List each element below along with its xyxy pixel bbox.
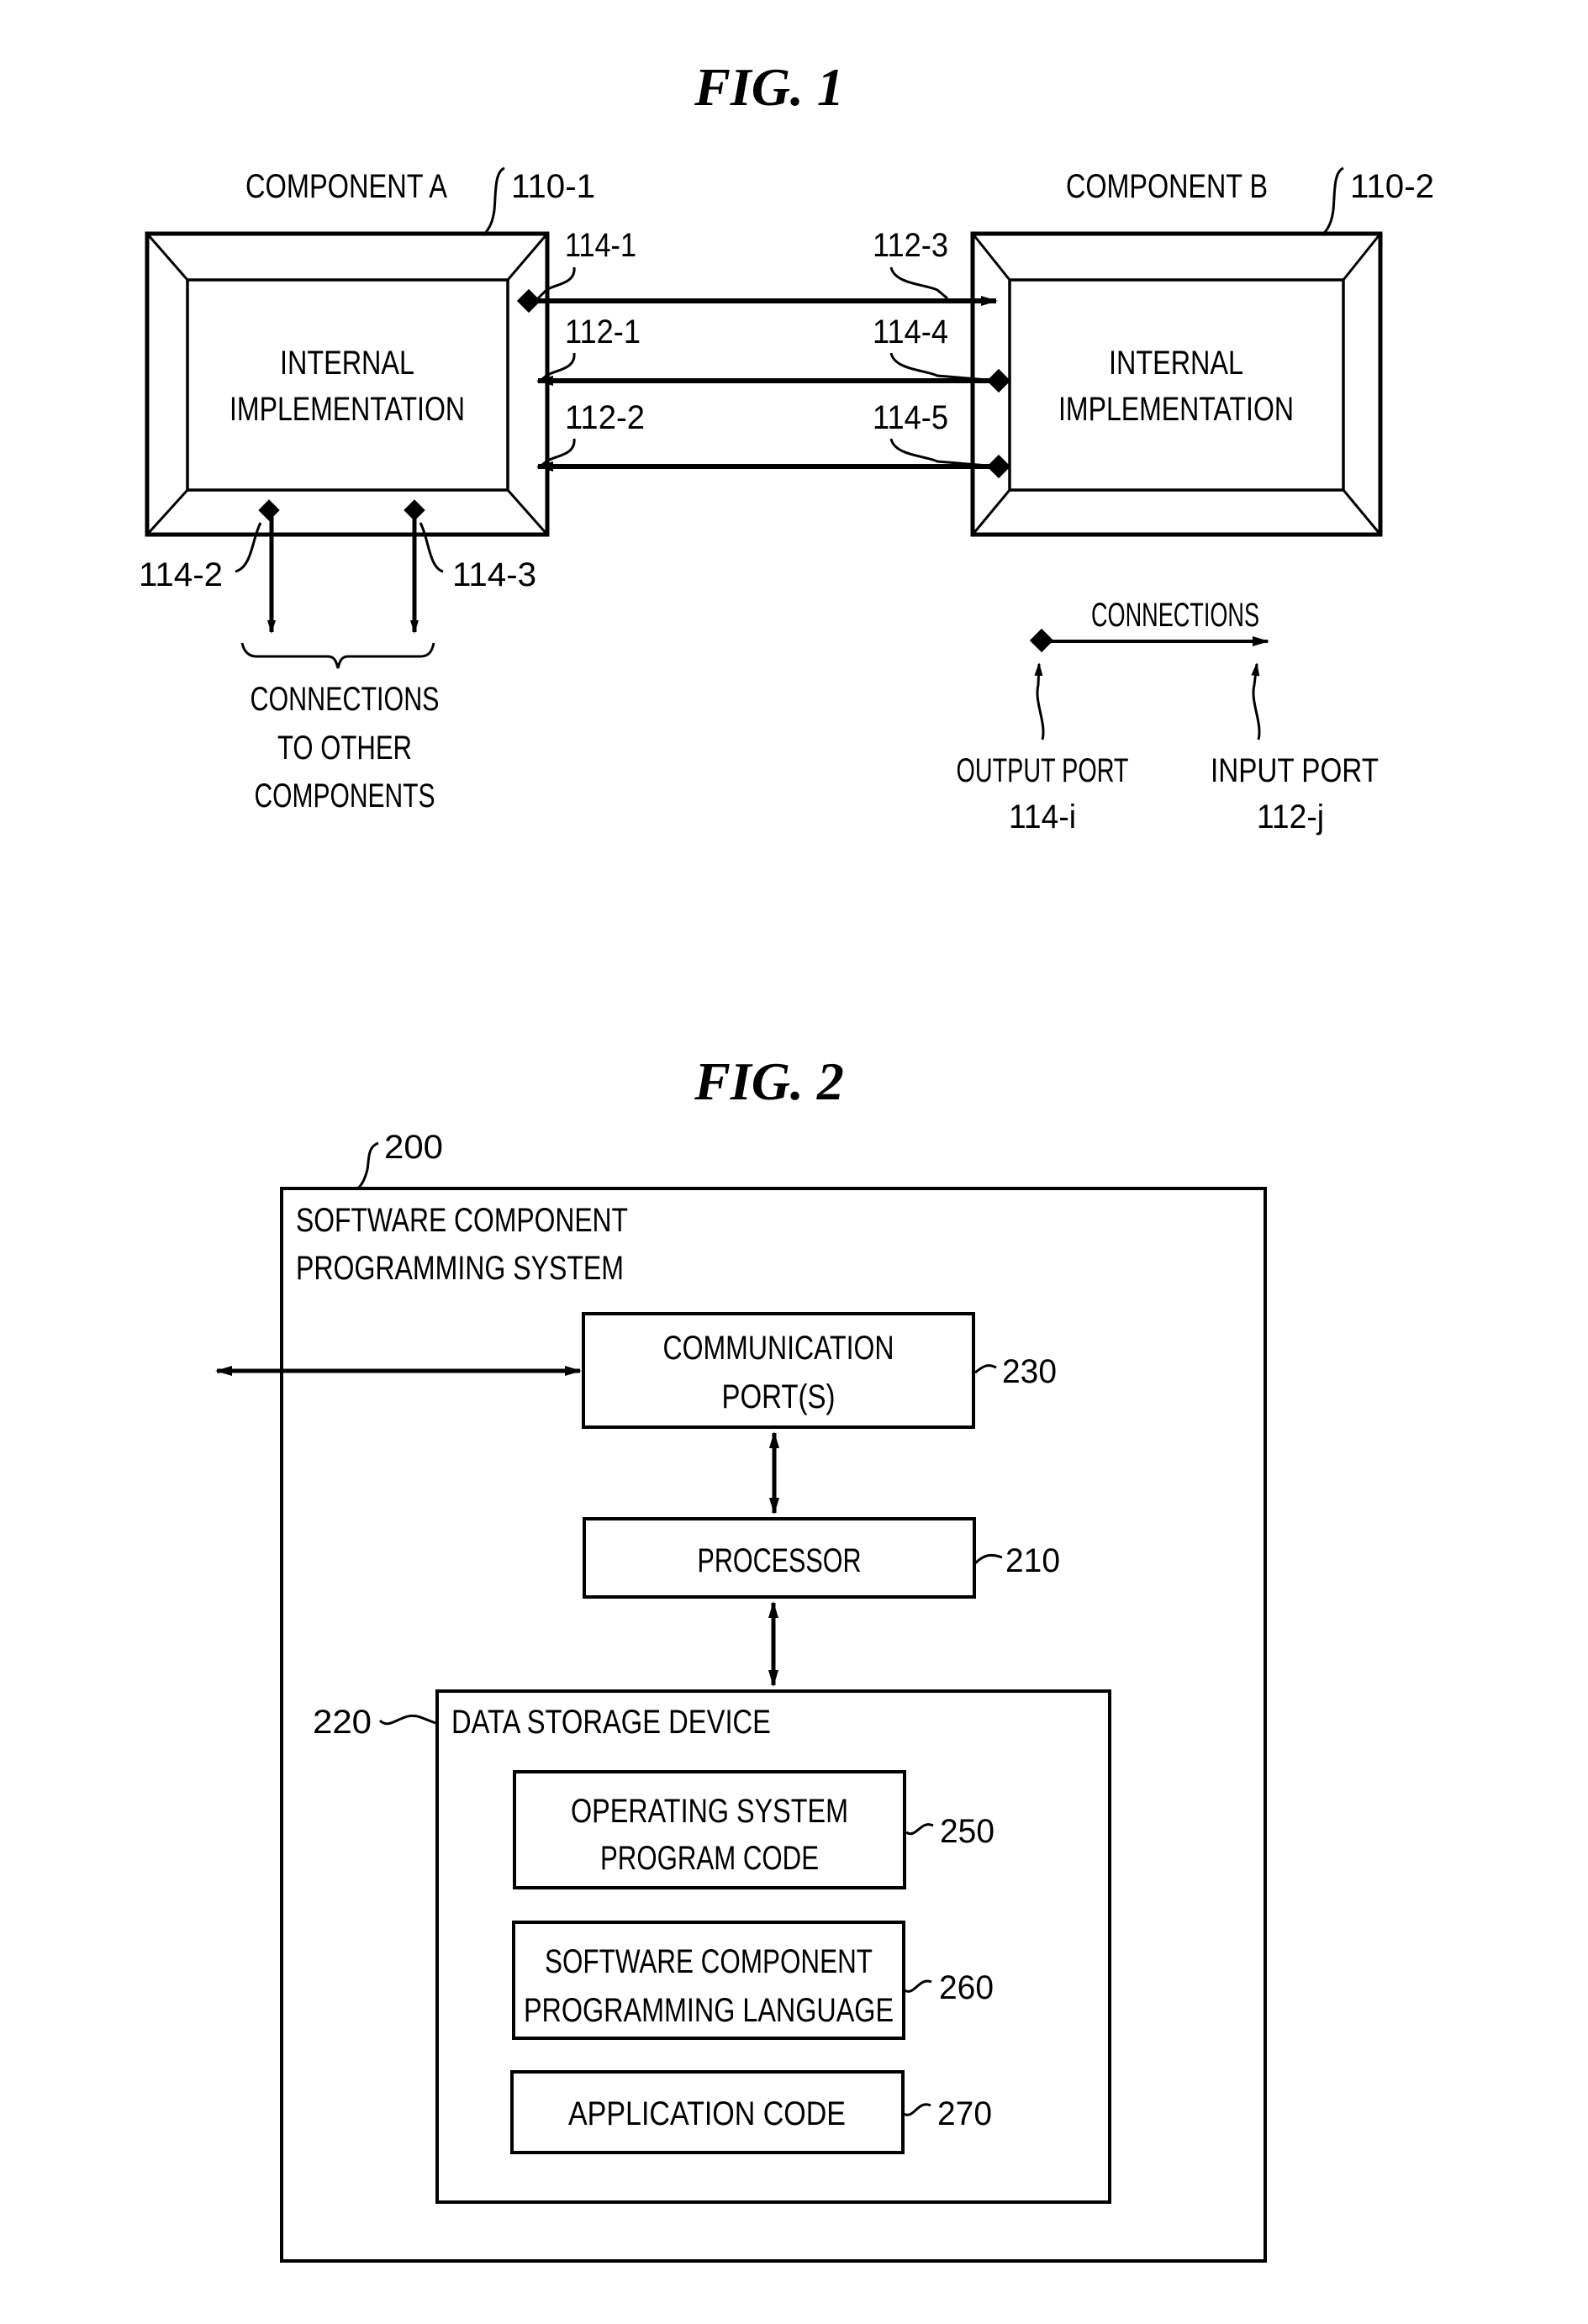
bevel-line <box>506 489 549 535</box>
component-b-ref: 110-2 <box>1350 168 1434 205</box>
port-label: 112-3 <box>873 227 948 264</box>
data-storage-block: DATA STORAGE DEVICE 220 OPERATING SYSTEM… <box>313 1689 1111 2204</box>
storage-item-line2: PROGRAMMING LANGUAGE <box>524 1992 894 2029</box>
figure-2-title: FIG. 2 <box>694 1051 844 1111</box>
legend-title: CONNECTIONS <box>1091 597 1259 634</box>
bevel-line <box>1342 489 1382 535</box>
legend-input-port-ref: 112-j <box>1257 798 1324 835</box>
system-label-line2: PROGRAMMING SYSTEM <box>296 1250 624 1287</box>
port-label: 114-3 <box>452 556 536 593</box>
port-leader <box>537 352 576 384</box>
other-components-caption-line3: COMPONENTS <box>255 777 435 814</box>
ref-leader <box>904 1979 932 1993</box>
storage-item-os-code: OPERATING SYSTEM PROGRAM CODE 250 <box>513 1770 994 1889</box>
component-a-inner-box <box>186 278 509 492</box>
component-b-body-line2: IMPLEMENTATION <box>1058 391 1294 428</box>
communication-ports-line2: PORT(S) <box>722 1378 836 1415</box>
output-port-diamond-icon <box>986 368 1011 393</box>
ref-leader <box>903 2103 931 2116</box>
output-port-diamond-icon <box>516 288 541 314</box>
processor-label: PROCESSOR <box>698 1542 862 1579</box>
connection-3: 112-2 114-5 <box>536 399 1011 479</box>
storage-item-ref: 260 <box>939 1969 994 2006</box>
storage-item-line1: SOFTWARE COMPONENT <box>545 1943 873 1980</box>
port-label: 114-1 <box>565 227 636 264</box>
bevel-line <box>1342 233 1382 281</box>
output-port-diamond-icon <box>1029 628 1054 653</box>
legend-output-port-label: OUTPUT PORT <box>957 752 1129 789</box>
figure-1-title: FIG. 1 <box>694 57 844 117</box>
communication-ports-block: COMMUNICATION PORT(S) 230 <box>582 1312 1057 1429</box>
bevel-line <box>971 489 1011 535</box>
port-label: 114-5 <box>873 399 948 436</box>
component-b-inner-box <box>1008 278 1345 492</box>
storage-item-line1: APPLICATION CODE <box>568 2095 846 2132</box>
bevel-line <box>506 233 549 281</box>
component-b: COMPONENT B 110-2 INTERNAL IMPLEMENTATIO… <box>970 166 1434 537</box>
component-a-body-line2: IMPLEMENTATION <box>229 391 465 428</box>
bottom-port-2: 114-3 <box>404 499 536 634</box>
bevel-line <box>971 233 1011 281</box>
patent-drawing-sheet: FIG. 1 COMPONENT A 110-1 INTERNAL IMPLEM… <box>139 57 1434 2263</box>
bevel-line <box>145 488 189 536</box>
legend-output-port-ref: 114-i <box>1009 798 1076 835</box>
storage-item-application-code: APPLICATION CODE 270 <box>510 2070 992 2154</box>
ref-leader <box>378 1714 436 1726</box>
figure-2: FIG. 2 200 SOFTWARE COMPONENT PROGRAMMIN… <box>215 1051 1267 2263</box>
system-label-line1: SOFTWARE COMPONENT <box>296 1202 628 1239</box>
other-components-caption-line1: CONNECTIONS <box>251 681 440 718</box>
output-port-diamond-icon <box>986 454 1011 479</box>
storage-item-line1: OPERATING SYSTEM <box>571 1793 848 1830</box>
storage-item-ref: 250 <box>940 1813 994 1850</box>
connection-1: 114-1 112-3 <box>516 227 998 314</box>
ref-leader <box>973 1553 1003 1565</box>
connections-legend: CONNECTIONS OUTPUT PORT 114-i INPUT PORT… <box>957 597 1380 835</box>
component-b-body-line1: INTERNAL <box>1109 345 1243 382</box>
component-b-name: COMPONENT B <box>1066 168 1268 205</box>
ref-leader <box>905 1823 934 1836</box>
communication-ports-ref: 230 <box>1002 1353 1057 1390</box>
data-storage-ref: 220 <box>313 1704 372 1741</box>
port-label: 114-4 <box>873 314 948 350</box>
bevel-line <box>145 233 189 281</box>
component-a-ref: 110-1 <box>511 168 595 205</box>
port-label: 112-2 <box>565 399 645 436</box>
data-storage-label: DATA STORAGE DEVICE <box>451 1704 771 1741</box>
processor-ref: 210 <box>1005 1542 1060 1579</box>
component-a-leader-line <box>482 166 505 236</box>
port-leader <box>536 266 576 300</box>
output-port-pointer <box>1034 662 1045 740</box>
legend-input-port-label: INPUT PORT <box>1211 752 1379 789</box>
input-port-pointer <box>1251 662 1261 740</box>
system-box: 200 SOFTWARE COMPONENT PROGRAMMING SYSTE… <box>280 1129 1267 2263</box>
storage-item-ref: 270 <box>937 2095 992 2132</box>
curly-brace <box>240 642 435 669</box>
system-ref: 200 <box>384 1129 443 1166</box>
port-leader <box>537 438 576 470</box>
output-port-diamond-icon <box>258 499 280 521</box>
communication-ports-line1: COMMUNICATION <box>663 1330 894 1367</box>
port-leader <box>419 522 444 573</box>
component-b-leader-line <box>1321 166 1344 236</box>
storage-item-line2: PROGRAM CODE <box>600 1840 819 1877</box>
component-a-body-line1: INTERNAL <box>280 345 414 382</box>
port-label: 112-1 <box>565 314 641 350</box>
port-leader <box>889 266 948 300</box>
ref-leader <box>974 1364 997 1374</box>
system-leader-line <box>356 1141 379 1191</box>
port-leader <box>235 522 262 573</box>
component-a: COMPONENT A 110-1 INTERNAL IMPLEMENTATIO… <box>145 166 595 537</box>
figure-1: FIG. 1 COMPONENT A 110-1 INTERNAL IMPLEM… <box>139 57 1434 835</box>
connection-2: 112-1 114-4 <box>536 314 1011 393</box>
storage-item-language: SOFTWARE COMPONENT PROGRAMMING LANGUAGE … <box>512 1921 994 2040</box>
other-components-caption-line2: TO OTHER <box>277 730 412 767</box>
processor-block: PROCESSOR 210 <box>583 1517 1060 1599</box>
port-label: 114-2 <box>139 556 223 593</box>
component-a-name: COMPONENT A <box>245 168 447 205</box>
